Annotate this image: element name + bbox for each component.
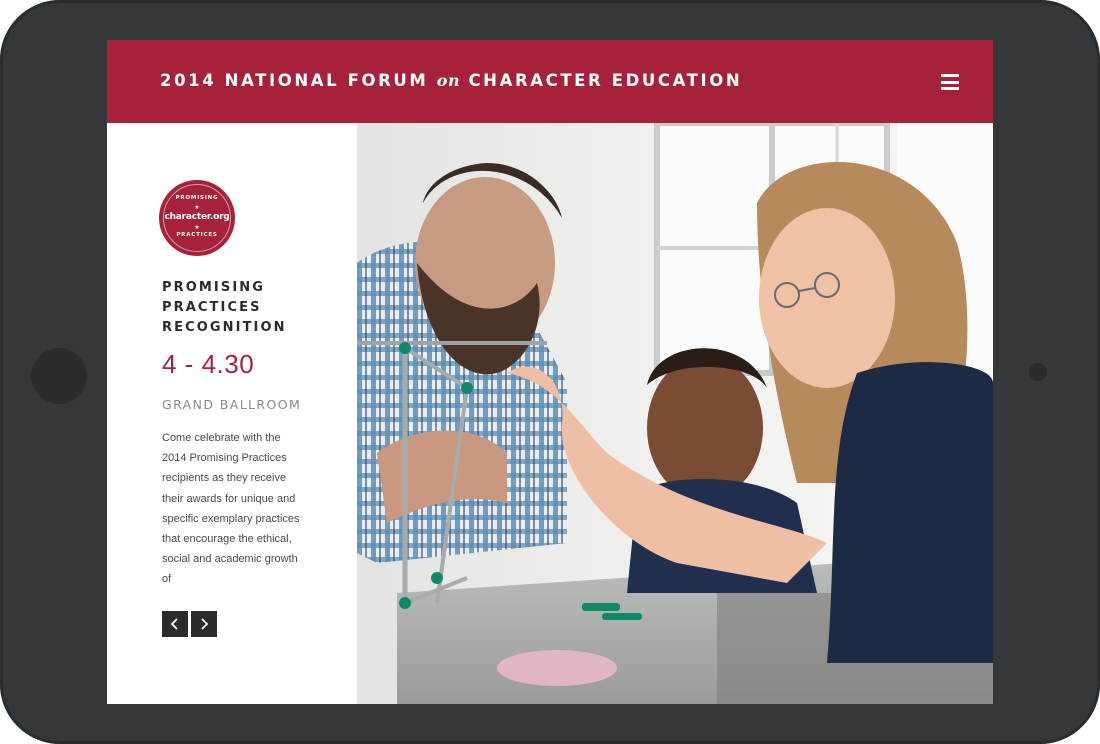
site-title-part2: CHARACTER EDUCATION bbox=[460, 71, 743, 90]
chevron-right-icon bbox=[201, 618, 209, 630]
event-time: 4 - 4.30 bbox=[162, 349, 255, 379]
event-title: PROMISING PRACTICES RECOGNITION bbox=[162, 278, 332, 338]
tablet-camera bbox=[1029, 363, 1047, 381]
badge-top-text: PROMISING bbox=[175, 195, 219, 201]
menu-bar bbox=[941, 74, 959, 77]
site-title[interactable]: 2014 NATIONAL FORUM on CHARACTER EDUCATI… bbox=[160, 71, 742, 90]
event-sidebar: PROMISING ★ character.org ★ PRACTICES PR… bbox=[107, 123, 357, 704]
character-org-badge-logo: PROMISING ★ character.org ★ PRACTICES bbox=[159, 180, 235, 256]
badge-bottom-text: PRACTICES bbox=[176, 232, 218, 238]
chevron-left-icon bbox=[170, 618, 178, 630]
event-title-line: RECOGNITION bbox=[162, 320, 287, 335]
hamburger-menu-icon[interactable] bbox=[941, 74, 959, 90]
badge-star-icon: ★ bbox=[194, 204, 200, 211]
badge-star-icon: ★ bbox=[194, 224, 200, 231]
next-button[interactable] bbox=[191, 611, 217, 637]
event-description: Come celebrate with the 2014 Promising P… bbox=[162, 432, 300, 586]
previous-button[interactable] bbox=[162, 611, 188, 637]
hero-photo-classroom bbox=[357, 123, 993, 704]
site-header: 2014 NATIONAL FORUM on CHARACTER EDUCATI… bbox=[107, 40, 993, 123]
menu-bar bbox=[941, 80, 959, 84]
event-title-line: PROMISING bbox=[162, 280, 266, 295]
event-location: GRAND BALLROOM bbox=[162, 397, 302, 412]
screen: 2014 NATIONAL FORUM on CHARACTER EDUCATI… bbox=[107, 40, 993, 704]
menu-bar bbox=[941, 87, 959, 90]
badge-main-text: character.org bbox=[164, 212, 230, 222]
tablet-home-button bbox=[31, 348, 87, 404]
site-title-part1: 2014 NATIONAL FORUM bbox=[160, 71, 437, 90]
classroom-photo-illustration bbox=[357, 123, 993, 704]
tablet-frame: 2014 NATIONAL FORUM on CHARACTER EDUCATI… bbox=[0, 0, 1100, 744]
event-title-line: PRACTICES bbox=[162, 300, 262, 315]
site-title-on: on bbox=[436, 71, 461, 90]
